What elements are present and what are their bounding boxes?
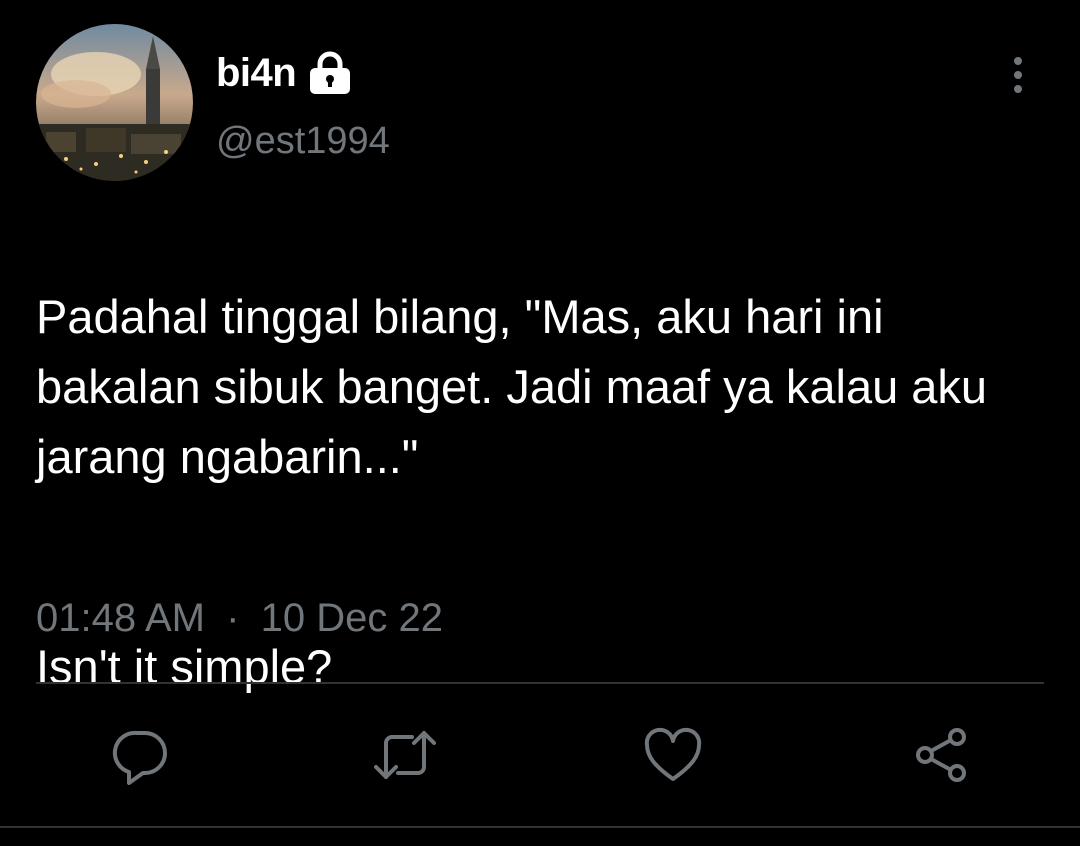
bottom-divider <box>0 826 1080 828</box>
author-name-row: bi4n <box>216 47 354 99</box>
share-button[interactable] <box>908 722 974 788</box>
avatar[interactable] <box>36 24 193 181</box>
like-heart-icon <box>644 727 702 781</box>
author-handle[interactable]: @est1994 <box>216 120 390 163</box>
tweet-text-paragraph: Padahal tinggal bilang, "Mas, aku hari i… <box>36 290 988 483</box>
lock-icon <box>306 51 354 95</box>
avatar-image <box>36 24 193 181</box>
more-vertical-icon[interactable] <box>1000 54 1036 98</box>
retweet-icon <box>374 731 436 779</box>
tweet-time: 01:48 AM <box>36 596 206 640</box>
tweet-timestamp[interactable]: 01:48 AM · 10 Dec 22 <box>36 596 443 641</box>
retweet-button[interactable] <box>372 722 438 788</box>
tweet-text: Padahal tinggal bilang, "Mas, aku hari i… <box>36 212 1046 772</box>
reply-icon <box>112 730 167 785</box>
tweet-action-bar <box>0 722 1080 788</box>
tweet-text-paragraph: Isn't it simple? <box>36 640 333 693</box>
timestamp-separator: · <box>226 596 240 640</box>
tweet-date: 10 Dec 22 <box>260 596 443 640</box>
tweet-card: bi4n @est1994 Padahal tinggal bilang, "M… <box>0 0 1080 846</box>
display-name[interactable]: bi4n <box>216 51 297 96</box>
like-button[interactable] <box>640 722 706 788</box>
reply-button[interactable] <box>108 722 174 788</box>
divider <box>36 682 1044 684</box>
share-icon <box>916 728 966 782</box>
